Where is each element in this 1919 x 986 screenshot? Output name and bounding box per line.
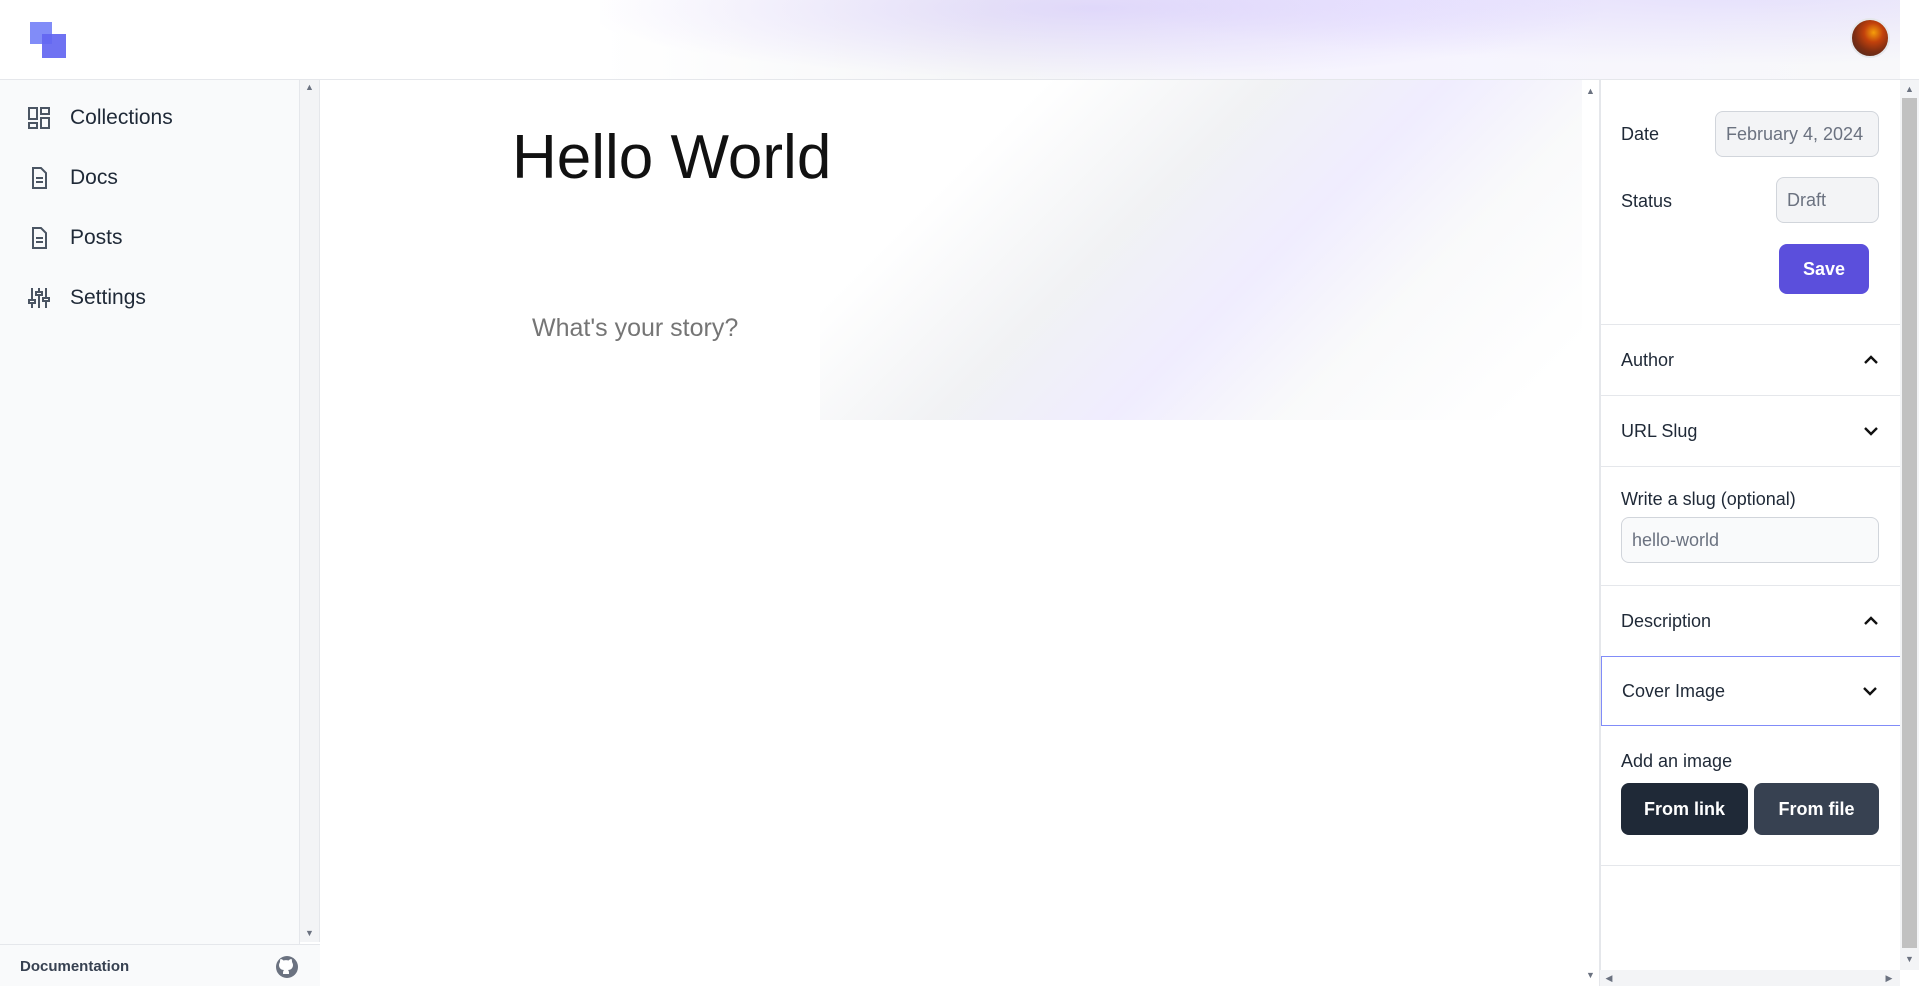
sidebar-item-label: Settings <box>70 286 146 309</box>
scroll-down-icon[interactable]: ▼ <box>300 928 319 938</box>
logo-squares-icon[interactable] <box>30 22 66 58</box>
scroll-left-icon[interactable]: ◀ <box>1604 973 1614 983</box>
url-slug-section-label: URL Slug <box>1621 420 1698 441</box>
scroll-up-icon[interactable]: ▲ <box>300 82 319 92</box>
post-title[interactable]: Hello World <box>512 122 831 193</box>
panel-scrollbar[interactable]: ▲ ▼ <box>1900 80 1919 970</box>
sidebar-item-settings[interactable]: Settings <box>26 278 146 318</box>
editor-decoration <box>820 80 1582 420</box>
sidebar-item-posts[interactable]: Posts <box>26 218 123 258</box>
sidebar: Collections Docs Posts Settings <box>0 80 300 986</box>
from-link-button[interactable]: From link <box>1621 783 1748 835</box>
story-input[interactable] <box>532 314 1232 343</box>
scroll-up-icon[interactable]: ▲ <box>1582 86 1599 96</box>
chevron-down-icon <box>1863 687 1877 696</box>
user-avatar[interactable] <box>1850 18 1890 58</box>
chevron-up-icon <box>1864 355 1878 364</box>
sidebar-item-docs[interactable]: Docs <box>26 158 118 198</box>
url-slug-section-toggle[interactable]: URL Slug <box>1601 396 1901 466</box>
document-icon <box>26 165 52 191</box>
scrollbar-thumb[interactable] <box>1902 98 1917 948</box>
slug-input[interactable] <box>1621 517 1879 563</box>
cover-image-section-label: Cover Image <box>1622 680 1726 701</box>
slug-hint-label: Write a slug (optional) <box>1621 489 1796 509</box>
save-button[interactable]: Save <box>1779 244 1869 294</box>
sidebar-footer: Documentation <box>0 944 320 986</box>
chevron-up-icon <box>1864 616 1878 625</box>
grid-layout-icon <box>26 105 52 131</box>
scroll-down-icon[interactable]: ▼ <box>1900 954 1919 964</box>
github-icon[interactable] <box>275 955 299 979</box>
section-divider <box>1601 865 1901 866</box>
scroll-right-icon[interactable]: ▶ <box>1884 973 1894 983</box>
sidebar-item-label: Docs <box>70 166 118 189</box>
from-file-button[interactable]: From file <box>1754 783 1879 835</box>
author-section-toggle[interactable]: Author <box>1601 325 1901 395</box>
sidebar-item-label: Collections <box>70 106 173 129</box>
post-settings-panel: Date February 4, 2024 Status Draft Save … <box>1600 80 1901 970</box>
chevron-down-icon <box>1864 427 1878 436</box>
status-select[interactable]: Draft <box>1776 177 1879 223</box>
sidebar-item-collections[interactable]: Collections <box>26 98 173 138</box>
description-section-toggle[interactable]: Description <box>1601 586 1901 656</box>
scroll-down-icon[interactable]: ▼ <box>1582 970 1599 980</box>
description-section-label: Description <box>1621 610 1712 631</box>
documentation-link[interactable]: Documentation <box>20 958 129 975</box>
cover-image-section-toggle[interactable]: Cover Image <box>1601 656 1901 726</box>
document-icon <box>26 225 52 251</box>
date-field[interactable]: February 4, 2024 <box>1715 111 1879 157</box>
section-divider <box>1601 466 1901 467</box>
editor-scrollbar[interactable]: ▲ ▼ <box>1582 80 1600 986</box>
sliders-icon <box>26 285 52 311</box>
sidebar-scrollbar[interactable]: ▲ ▼ <box>300 80 320 942</box>
status-label: Status <box>1621 191 1673 211</box>
scroll-up-icon[interactable]: ▲ <box>1900 84 1919 94</box>
panel-horizontal-scrollbar[interactable]: ◀ ▶ <box>1600 970 1900 986</box>
top-header <box>0 0 1919 80</box>
editor-area: Hello World <box>320 80 1582 986</box>
date-label: Date <box>1621 124 1660 144</box>
header-decoration <box>600 0 1900 79</box>
logo-square-2 <box>42 34 66 58</box>
add-image-label: Add an image <box>1621 751 1733 771</box>
sidebar-item-label: Posts <box>70 226 123 249</box>
author-section-label: Author <box>1621 349 1675 370</box>
